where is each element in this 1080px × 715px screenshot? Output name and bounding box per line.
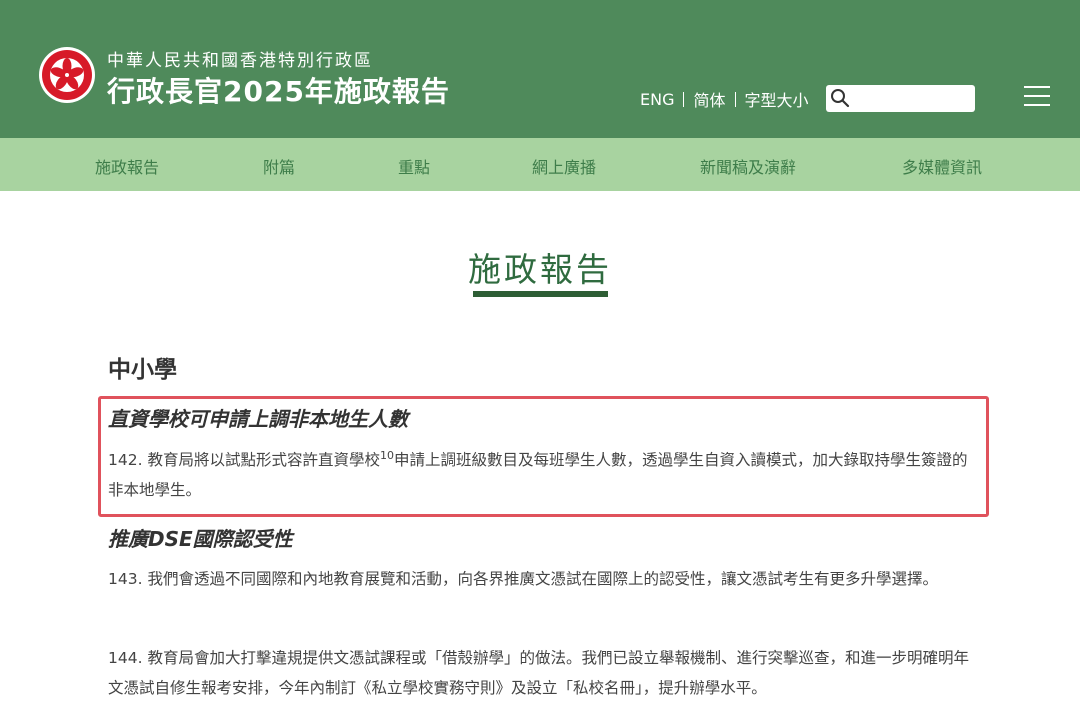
subheading-dse-recognition: 推廣DSE國際認受性 (108, 527, 293, 551)
hamburger-menu-icon[interactable] (1024, 86, 1050, 108)
paragraph-143: 143. 我們會透過不同國際和內地教育展覽和活動，向各界推廣文憑試在國際上的認受… (108, 564, 978, 594)
nav-item-supplement[interactable]: 附篇 (263, 154, 295, 178)
nav-item-highlights[interactable]: 重點 (398, 154, 430, 178)
search-box (826, 85, 975, 112)
language-bar: ENG 简体 字型大小 (640, 87, 809, 111)
footnote-ref[interactable]: 10 (380, 449, 394, 462)
hksar-emblem-icon[interactable] (38, 46, 96, 104)
paragraph-144: 144. 教育局會加大打擊違規提供文憑試課程或「借殼辦學」的做法。我們已設立舉報… (108, 643, 978, 703)
search-input[interactable] (852, 88, 970, 109)
nav-item-webcast[interactable]: 網上廣播 (532, 154, 596, 178)
divider (683, 91, 685, 107)
title-underline (473, 291, 608, 297)
lang-simplified-link[interactable]: 简体 (693, 87, 725, 111)
main-nav: 施政報告 附篇 重點 網上廣播 新聞稿及演辭 多媒體資訊 (0, 138, 1080, 191)
search-icon[interactable] (830, 88, 850, 108)
font-size-link[interactable]: 字型大小 (745, 87, 809, 111)
nav-item-press-releases[interactable]: 新聞稿及演辭 (700, 154, 796, 178)
paragraph-text: 我們會透過不同國際和內地教育展覽和活動，向各界推廣文憑試在國際上的認受性，讓文憑… (147, 570, 938, 588)
paragraph-number: 142. (108, 451, 143, 469)
org-title: 中華人民共和國香港特別行政區 (107, 51, 373, 71)
paragraph-142: 142. 教育局將以試點形式容許直資學校10申請上調班級數目及每班學生人數，透過… (108, 445, 978, 505)
paragraph-text: 教育局會加大打擊違規提供文憑試課程或「借殼辦學」的做法。我們已設立舉報機制、進行… (108, 649, 969, 697)
paragraph-number: 144. (108, 649, 143, 667)
section-heading: 中小學 (108, 357, 177, 383)
page-title: 施政報告 (468, 250, 612, 289)
nav-item-policy-address[interactable]: 施政報告 (95, 154, 159, 178)
site-header: 中華人民共和國香港特別行政區 行政長官2025年施政報告 ENG 简体 字型大小 (0, 0, 1080, 138)
subheading-dss-non-local: 直資學校可申請上調非本地生人數 (108, 407, 408, 431)
lang-eng-link[interactable]: ENG (640, 90, 674, 109)
paragraph-text: 教育局將以試點形式容許直資學校 (147, 451, 380, 469)
divider (734, 91, 736, 107)
paragraph-number: 143. (108, 570, 143, 588)
site-main-title[interactable]: 行政長官2025年施政報告 (107, 70, 450, 110)
nav-item-multimedia[interactable]: 多媒體資訊 (902, 154, 982, 178)
